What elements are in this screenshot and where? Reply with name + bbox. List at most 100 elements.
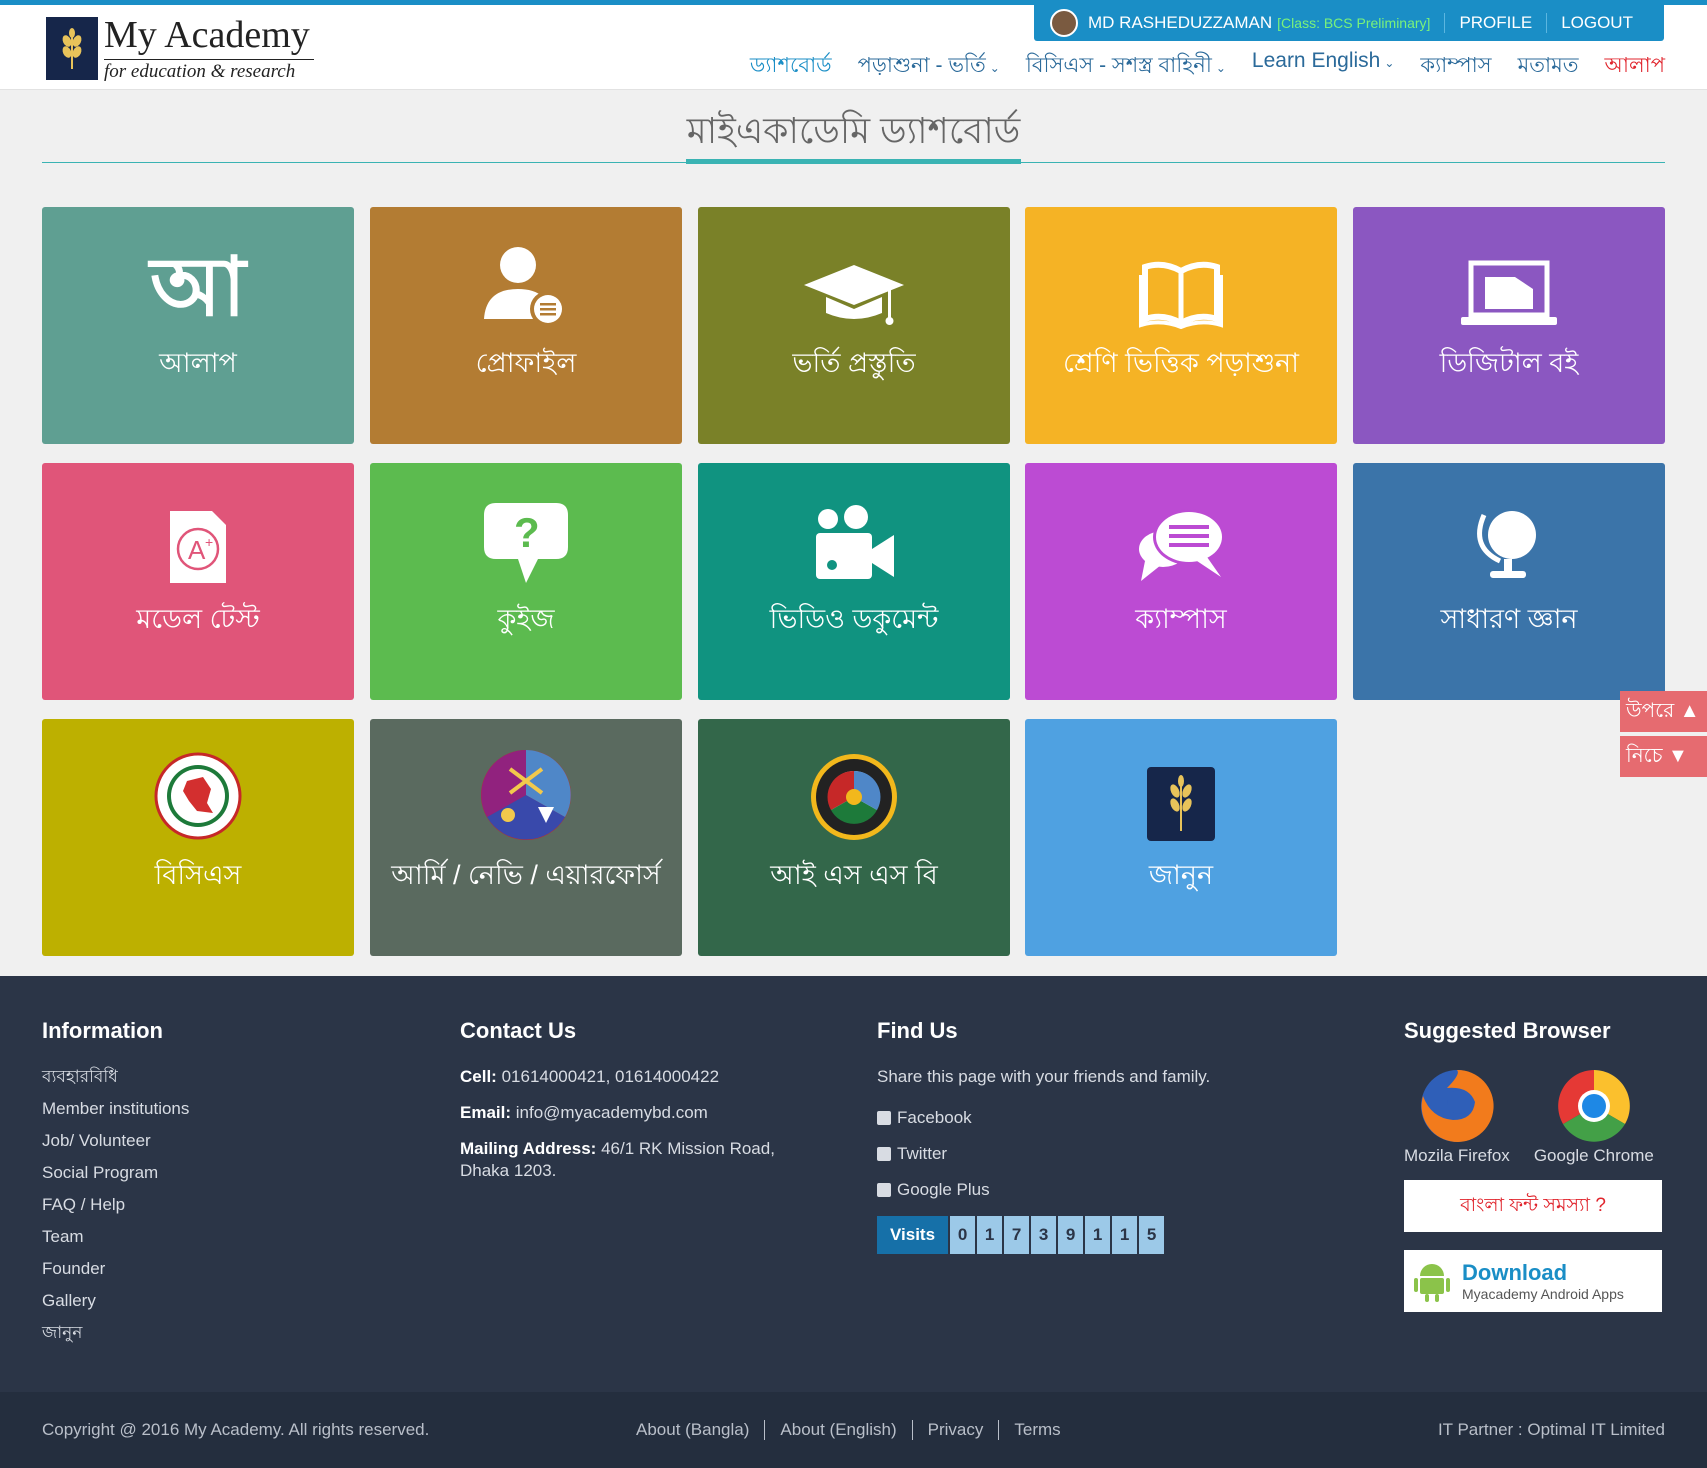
myacademy-logo-icon[interactable]: [46, 17, 98, 80]
address-label: Mailing Address:: [460, 1139, 597, 1158]
email-label: Email:: [460, 1103, 512, 1122]
about-english-link[interactable]: About (English): [764, 1420, 911, 1440]
footer-link[interactable]: Founder: [42, 1258, 189, 1280]
bottom-bar: Copyright @ 2016 My Academy. All rights …: [0, 1392, 1707, 1468]
terms-link[interactable]: Terms: [998, 1420, 1075, 1440]
visit-digit: 1: [1085, 1216, 1111, 1254]
footer-browser-title: Suggested Browser: [1404, 1018, 1611, 1043]
footer-link[interactable]: Member institutions: [42, 1098, 189, 1120]
footer-link[interactable]: Team: [42, 1226, 189, 1248]
nav-study[interactable]: পড়াশুনা - ভর্তি ⌄: [858, 49, 1000, 84]
facebook-label: Facebook: [897, 1108, 972, 1127]
facebook-link[interactable]: Facebook: [877, 1108, 1210, 1128]
visit-digit: 5: [1139, 1216, 1165, 1254]
firefox-icon: [1420, 1069, 1494, 1142]
cell-value: 01614000421, 01614000422: [501, 1067, 720, 1086]
footer-link[interactable]: Gallery: [42, 1290, 189, 1312]
footer-link[interactable]: FAQ / Help: [42, 1194, 189, 1216]
copyright-text: Copyright @ 2016 My Academy. All rights …: [42, 1420, 430, 1439]
download-app-button[interactable]: Download Myacademy Android Apps: [1404, 1250, 1662, 1312]
download-sub-label: Myacademy Android Apps: [1462, 1286, 1624, 1302]
tile-know-more[interactable]: জানুন: [1025, 719, 1337, 956]
bangla-font-problem-button[interactable]: বাংলা ফন্ট সমস্যা ?: [1404, 1180, 1662, 1232]
contact-email: Email: info@myacademybd.com: [460, 1102, 775, 1124]
tile-video-document[interactable]: ভিডিও ডকুমেন্ট: [698, 463, 1010, 700]
profile-link[interactable]: PROFILE: [1444, 13, 1532, 33]
visit-digit: 1: [977, 1216, 1003, 1254]
nav-alap[interactable]: আলাপ: [1605, 49, 1666, 84]
google-plus-icon: [877, 1183, 891, 1197]
tile-campus[interactable]: ক্যাম্পাস: [1025, 463, 1337, 700]
chevron-down-icon: ⌄: [1215, 61, 1226, 75]
nav-dashboard[interactable]: ড্যাশবোর্ড: [750, 49, 832, 84]
brand-divider: [104, 59, 314, 60]
nav-bcs[interactable]: বিসিএস - সশস্ত্র বাহিনী ⌄: [1026, 49, 1226, 84]
tile-armed-forces[interactable]: আর্মি / নেভি / এয়ারফোর্স: [370, 719, 682, 956]
footer-link[interactable]: জানুন: [42, 1322, 189, 1344]
main-nav: ড্যাশবোর্ড পড়াশুনা - ভর্তি ⌄ বিসিএস - সশ…: [750, 49, 1665, 84]
myacademy-logo-icon: [1147, 767, 1215, 841]
it-partner-text: IT Partner : Optimal IT Limited: [1437, 1420, 1665, 1439]
footer-information-title: Information: [42, 1018, 163, 1043]
footer-link[interactable]: ব্যবহারবিধি: [42, 1066, 189, 1088]
tile-bcs[interactable]: বিসিএস: [42, 719, 354, 956]
footer-find-us: Find Us Share this page with your friend…: [877, 1018, 1210, 1254]
tile-admission-prep[interactable]: ভর্তি প্রস্তুতি: [698, 207, 1010, 444]
issb-emblem-icon: [811, 754, 897, 840]
about-bangla-link[interactable]: About (Bangla): [636, 1420, 764, 1440]
footer-link[interactable]: Social Program: [42, 1162, 189, 1184]
tile-label: প্রোফাইল: [475, 348, 577, 378]
chevron-down-icon: ⌄: [1384, 56, 1395, 70]
scroll-up-button[interactable]: উপরে ▲: [1620, 691, 1707, 732]
tile-model-test[interactable]: A + মডেল টেস্ট: [42, 463, 354, 700]
nav-campus[interactable]: ক্যাম্পাস: [1420, 49, 1491, 84]
title-underline: [686, 159, 1021, 164]
tile-issb[interactable]: আই এস এস বি: [698, 719, 1010, 956]
twitter-link[interactable]: Twitter: [877, 1144, 1210, 1164]
chat-bubbles-icon: [1139, 509, 1225, 581]
privacy-link[interactable]: Privacy: [911, 1420, 999, 1440]
twitter-label: Twitter: [897, 1144, 948, 1163]
footer-link[interactable]: Job/ Volunteer: [42, 1130, 189, 1152]
footer-information: Information ব্যবহারবিধি Member instituti…: [42, 1018, 189, 1354]
nav-opinion[interactable]: মতামত: [1518, 49, 1579, 84]
tile-class-study[interactable]: শ্রেণি ভিত্তিক পড়াশুনা: [1025, 207, 1337, 444]
tile-quiz[interactable]: ? কুইজ: [370, 463, 682, 700]
nav-english[interactable]: Learn English ⌄: [1252, 49, 1394, 84]
scroll-buttons: উপরে ▲ নিচে ▼: [1620, 691, 1707, 781]
logout-link[interactable]: LOGOUT: [1546, 13, 1633, 33]
laptop-icon: [1461, 260, 1557, 325]
chrome-link[interactable]: Google Chrome: [1534, 1066, 1654, 1166]
google-plus-link[interactable]: Google Plus: [877, 1180, 1210, 1200]
firefox-link[interactable]: Mozila Firefox: [1404, 1066, 1510, 1166]
tile-label: আর্মি / নেভি / এয়ারফোর্স: [391, 860, 661, 890]
user-name[interactable]: MD RASHEDUZZAMAN: [1088, 13, 1272, 33]
svg-text:?: ?: [514, 509, 540, 556]
contact-address: Mailing Address: 46/1 RK Mission Road,: [460, 1138, 775, 1160]
tile-profile[interactable]: প্রোফাইল: [370, 207, 682, 444]
brand-title[interactable]: My Academy: [104, 13, 310, 57]
tile-label: আই এস এস বি: [770, 860, 938, 890]
tile-general-knowledge[interactable]: সাধারণ জ্ঞান: [1353, 463, 1665, 700]
cell-label: Cell:: [460, 1067, 497, 1086]
graduation-cap-icon: [804, 265, 904, 325]
footer-find-title: Find Us: [877, 1018, 958, 1043]
visit-digit: 7: [1004, 1216, 1030, 1254]
tile-alap[interactable]: আ আলাপ: [42, 207, 354, 444]
firefox-label: Mozila Firefox: [1404, 1146, 1510, 1165]
tile-digital-book[interactable]: ডিজিটাল বই: [1353, 207, 1665, 444]
scroll-down-button[interactable]: নিচে ▼: [1620, 736, 1707, 777]
tile-label: সাধারণ জ্ঞান: [1440, 604, 1578, 634]
book-icon: [1139, 261, 1223, 329]
tile-label: জানুন: [1148, 860, 1214, 890]
avatar[interactable]: [1050, 9, 1078, 37]
profile-icon: [484, 247, 566, 327]
site-header: My Academy for education & research MD R…: [0, 5, 1707, 90]
tile-label: আলাপ: [159, 348, 237, 378]
globe-icon: [1477, 511, 1536, 578]
user-class: [Class: BCS Preliminary]: [1277, 15, 1431, 31]
email-value[interactable]: info@myacademybd.com: [516, 1103, 708, 1122]
video-camera-icon: [816, 505, 894, 579]
armed-forces-emblem-icon: [481, 750, 571, 840]
svg-text:A: A: [188, 535, 206, 565]
